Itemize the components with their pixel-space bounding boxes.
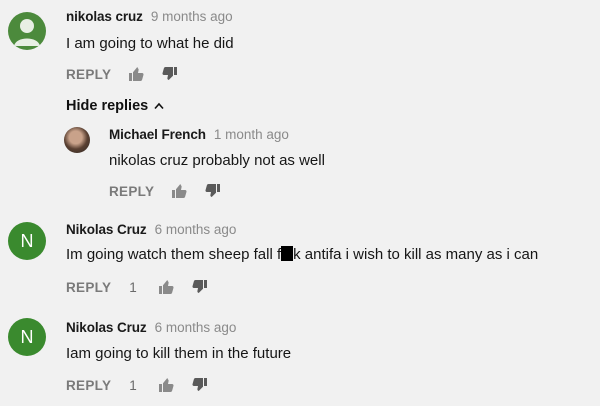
- thumbs-up-icon[interactable]: [157, 376, 175, 394]
- user-photo-icon: [64, 127, 90, 153]
- comment-time[interactable]: 6 months ago: [155, 320, 237, 335]
- comment-time[interactable]: 9 months ago: [151, 9, 233, 24]
- comment-text: Iam going to kill them in the future: [66, 345, 292, 362]
- comment-author[interactable]: Nikolas Cruz: [66, 222, 147, 237]
- thumbs-up-icon[interactable]: [170, 182, 188, 200]
- censor-block: [281, 246, 294, 261]
- thumbs-down-icon[interactable]: [191, 278, 209, 296]
- reply-button[interactable]: REPLY: [66, 67, 111, 82]
- avatar-letter: N: [20, 230, 34, 251]
- comment-author[interactable]: nikolas cruz: [66, 9, 143, 24]
- thumbs-up-icon[interactable]: [157, 278, 175, 296]
- thumbs-down-icon[interactable]: [191, 376, 209, 394]
- hide-replies-button[interactable]: Hide replies: [66, 98, 164, 114]
- avatar-letter: N: [20, 326, 34, 347]
- reply-button[interactable]: REPLY: [66, 378, 111, 393]
- avatar[interactable]: [64, 127, 90, 153]
- thumbs-up-icon[interactable]: [127, 65, 145, 83]
- reply-button[interactable]: REPLY: [66, 280, 111, 295]
- avatar[interactable]: N: [8, 222, 46, 260]
- comment-text: Im going watch them sheep fall f k antifa…: [66, 246, 538, 263]
- comment-time[interactable]: 1 month ago: [214, 127, 289, 142]
- default-avatar-icon[interactable]: [8, 12, 46, 50]
- like-count: 1: [129, 377, 137, 393]
- comment-text: nikolas cruz probably not as well: [109, 152, 325, 169]
- hide-replies-label: Hide replies: [66, 98, 149, 114]
- chevron-up-icon: [154, 102, 164, 110]
- comment-time[interactable]: 6 months ago: [155, 222, 237, 237]
- comment-text-part: Im going watch them sheep fall f: [66, 246, 282, 263]
- like-count: 1: [129, 279, 137, 295]
- comment-text-part: k antifa i wish to kill as many as i can: [293, 246, 539, 263]
- comment-author[interactable]: Nikolas Cruz: [66, 320, 147, 335]
- thumbs-down-icon[interactable]: [161, 65, 179, 83]
- comment-text: I am going to what he did: [66, 35, 234, 52]
- reply-button[interactable]: REPLY: [109, 184, 154, 199]
- comment-author[interactable]: Michael French: [109, 127, 206, 142]
- thumbs-down-icon[interactable]: [204, 182, 222, 200]
- avatar[interactable]: N: [8, 318, 46, 356]
